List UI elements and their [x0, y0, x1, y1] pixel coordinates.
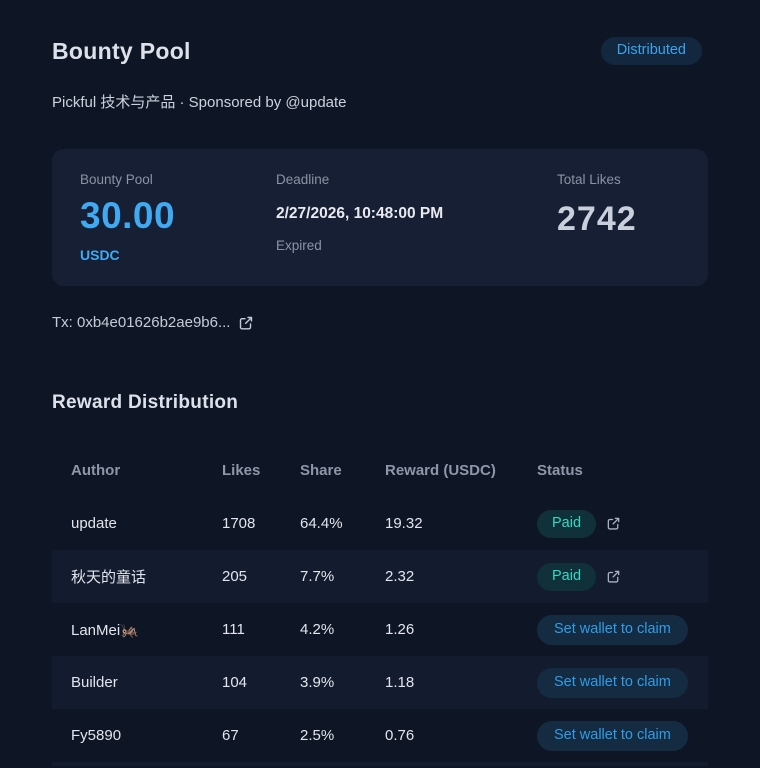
share-cell: 2.5%	[300, 727, 385, 744]
likes-cell: 111	[222, 621, 300, 638]
status-cell: Paid	[537, 563, 708, 591]
likes-cell: 104	[222, 674, 300, 691]
stats-card: Bounty Pool 30.00 USDC Deadline 2/27/202…	[52, 149, 708, 286]
column-header-reward: Reward (USDC)	[385, 462, 537, 479]
author-cell: Fy5890	[52, 727, 222, 744]
share-cell: 3.9%	[300, 674, 385, 691]
author-cell: Builder	[52, 674, 222, 691]
set-wallet-to-claim-button[interactable]: Set wallet to claim	[537, 721, 688, 751]
likes-cell: 67	[222, 727, 300, 744]
author-cell: update	[52, 515, 222, 532]
deadline-label: Deadline	[276, 171, 557, 188]
paid-status-badge: Paid	[537, 510, 596, 538]
bounty-pool-value: 30.00	[80, 194, 276, 238]
share-cell: 64.4%	[300, 515, 385, 532]
status-cell: Set wallet to claim	[537, 615, 708, 645]
table-row: Builder 104 3.9% 1.18 Set wallet to clai…	[52, 656, 708, 709]
column-header-likes: Likes	[222, 462, 300, 479]
status-cell: Paid	[537, 510, 708, 538]
bounty-pool-currency: USDC	[80, 246, 276, 264]
page-title: Bounty Pool	[52, 36, 191, 66]
author-cell: LanMei🦗	[52, 621, 222, 639]
share-cell: 4.2%	[300, 621, 385, 638]
paid-status-badge: Paid	[537, 563, 596, 591]
set-wallet-to-claim-button[interactable]: Set wallet to claim	[537, 668, 688, 698]
external-link-icon[interactable]	[606, 569, 621, 584]
reward-distribution-title: Reward Distribution	[52, 391, 708, 415]
reward-cell: 1.18	[385, 674, 537, 691]
reward-cell: 0.76	[385, 727, 537, 744]
distributed-status-badge: Distributed	[601, 37, 702, 65]
set-wallet-to-claim-button[interactable]: Set wallet to claim	[537, 615, 688, 645]
table-row: Fy5890 67 2.5% 0.76 Set wallet to claim	[52, 709, 708, 762]
table-row: LanMei🦗 111 4.2% 1.26 Set wallet to clai…	[52, 603, 708, 656]
likes-cell: 205	[222, 568, 300, 585]
share-cell: 7.7%	[300, 568, 385, 585]
stat-deadline: Deadline 2/27/2026, 10:48:00 PM Expired	[276, 171, 557, 264]
total-likes-value: 2742	[557, 198, 680, 240]
table-row: update 1708 64.4% 19.32 Paid	[52, 497, 708, 550]
page-header: Bounty Pool Distributed	[52, 36, 708, 66]
status-cell: Set wallet to claim	[537, 721, 708, 751]
external-link-icon[interactable]	[606, 516, 621, 531]
stat-total-likes: Total Likes 2742	[557, 171, 680, 264]
table-row-partial	[52, 762, 708, 766]
transaction-link[interactable]: Tx: 0xb4e01626b2ae9b6...	[52, 313, 254, 333]
likes-cell: 1708	[222, 515, 300, 532]
stat-bounty-pool: Bounty Pool 30.00 USDC	[80, 171, 276, 264]
reward-distribution-table: Author Likes Share Reward (USDC) Status …	[52, 443, 708, 766]
external-link-icon	[238, 315, 254, 331]
sponsor-subtitle: Pickful 技术与产品 · Sponsored by @update	[52, 93, 708, 113]
table-body: update 1708 64.4% 19.32 Paid 秋天的童话 205 7…	[52, 497, 708, 762]
bounty-pool-label: Bounty Pool	[80, 171, 276, 188]
reward-cell: 1.26	[385, 621, 537, 638]
column-header-share: Share	[300, 462, 385, 479]
bounty-pool-page: Bounty Pool Distributed Pickful 技术与产品 · …	[0, 36, 760, 766]
status-cell: Set wallet to claim	[537, 668, 708, 698]
transaction-hash-label: Tx: 0xb4e01626b2ae9b6...	[52, 313, 230, 333]
total-likes-label: Total Likes	[557, 171, 680, 188]
deadline-value: 2/27/2026, 10:48:00 PM	[276, 204, 557, 224]
author-cell: 秋天的童话	[52, 566, 222, 587]
column-header-author: Author	[52, 462, 222, 479]
table-row: 秋天的童话 205 7.7% 2.32 Paid	[52, 550, 708, 603]
reward-cell: 19.32	[385, 515, 537, 532]
deadline-expired-status: Expired	[276, 237, 557, 255]
column-header-status: Status	[537, 462, 708, 479]
reward-cell: 2.32	[385, 568, 537, 585]
table-header-row: Author Likes Share Reward (USDC) Status	[52, 443, 708, 497]
